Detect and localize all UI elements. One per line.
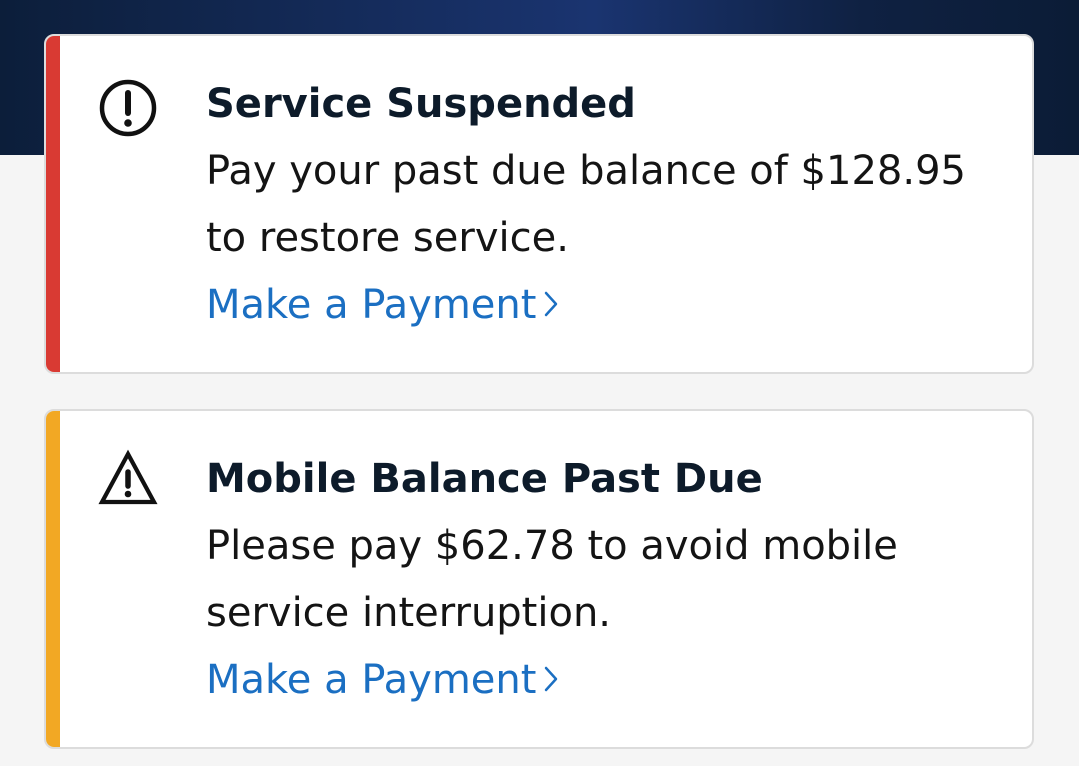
make-payment-label: Make a Payment — [206, 657, 537, 703]
alert-message: Please pay $62.78 to avoid mobile servic… — [206, 523, 898, 636]
chevron-right-icon — [544, 647, 558, 714]
mobile-balance-past-due-alert: Mobile Balance Past Due Please pay $62.7… — [44, 409, 1034, 749]
chevron-right-icon — [544, 272, 558, 339]
alert-title: Service Suspended — [206, 81, 636, 127]
alert-message: Pay your past due balance of $128.95 to … — [206, 148, 966, 261]
make-payment-link[interactable]: Make a Payment — [206, 272, 558, 339]
exclamation-circle-icon — [98, 78, 158, 138]
error-accent-stripe — [46, 36, 60, 372]
make-payment-link[interactable]: Make a Payment — [206, 647, 558, 714]
make-payment-label: Make a Payment — [206, 282, 537, 328]
service-suspended-alert: Service Suspended Pay your past due bala… — [44, 34, 1034, 374]
alert-title: Mobile Balance Past Due — [206, 456, 763, 502]
warning-triangle-icon — [98, 448, 158, 508]
warning-accent-stripe — [46, 411, 60, 747]
